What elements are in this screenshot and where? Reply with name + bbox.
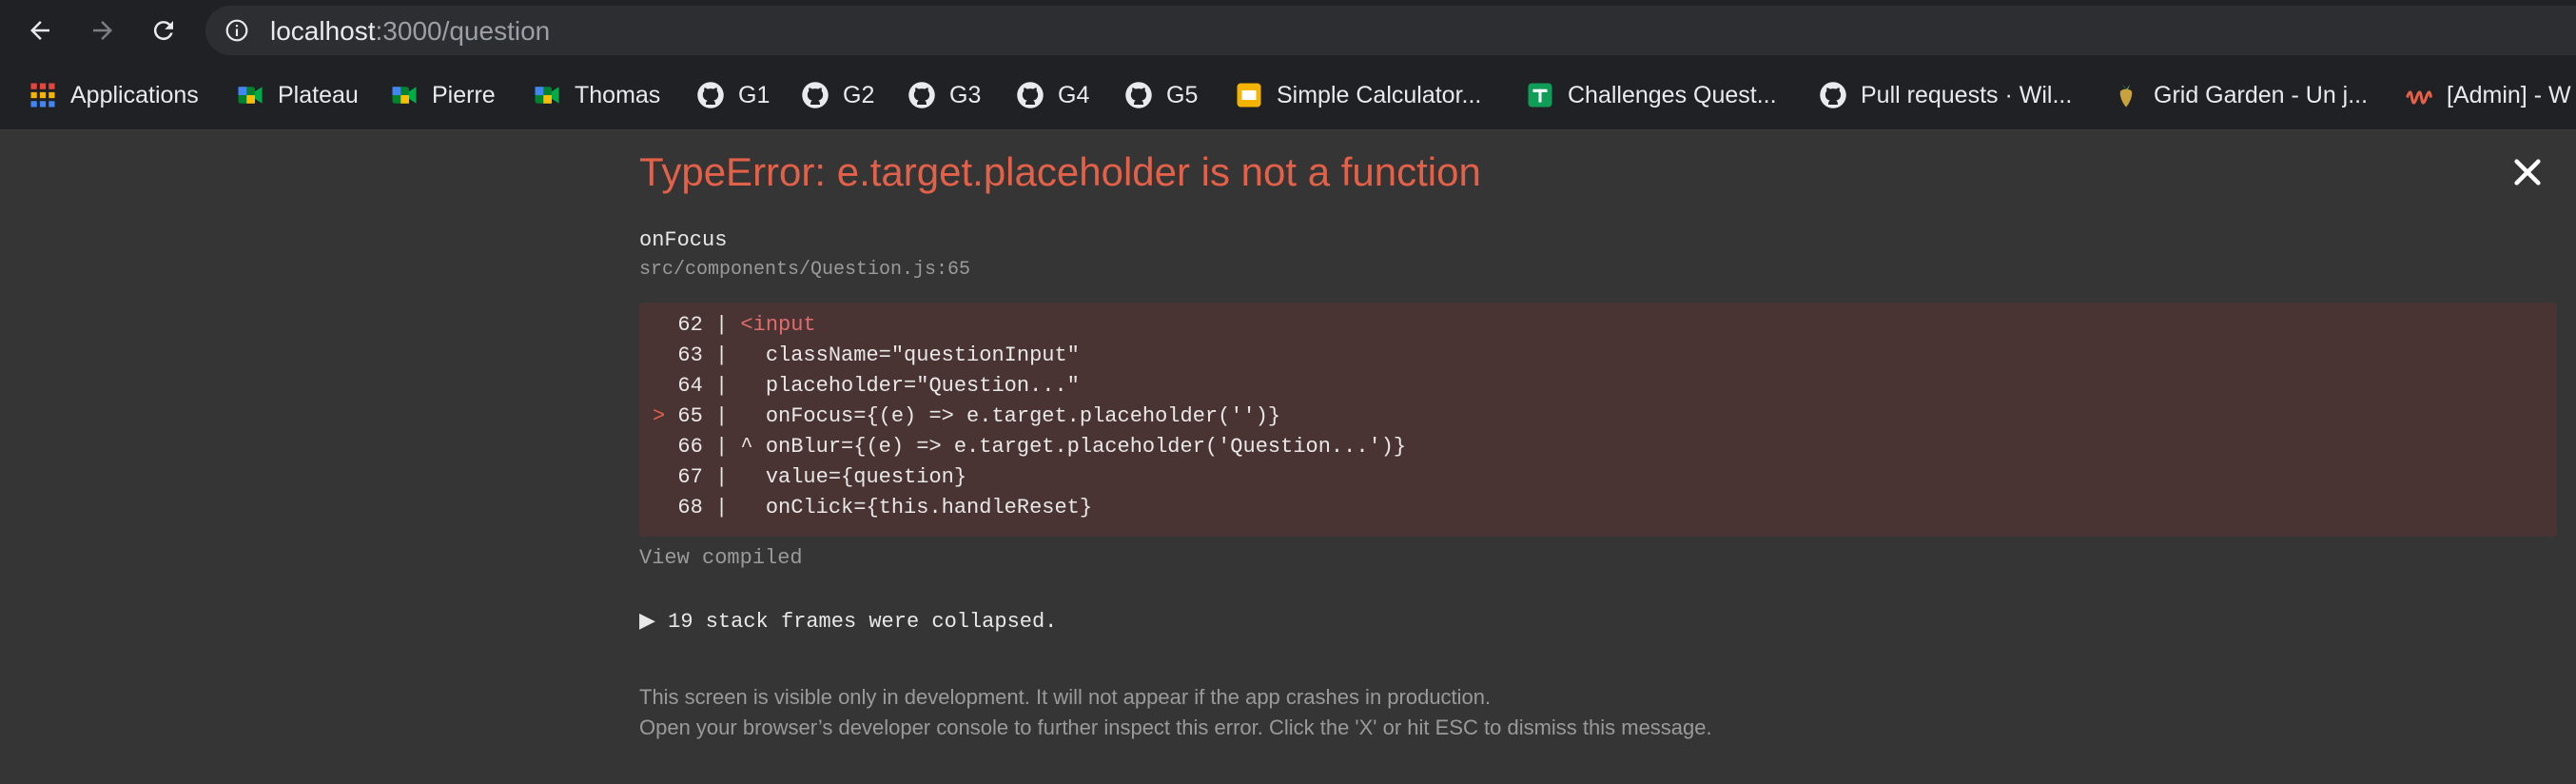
code-line: 67 | value={question}	[653, 462, 966, 493]
line-separator: |	[715, 313, 729, 337]
bookmark-g4[interactable]: G4	[1016, 78, 1089, 112]
bookmark-plateau[interactable]: Plateau	[236, 78, 359, 112]
google-meet-icon	[392, 87, 417, 104]
github-icon	[1125, 82, 1152, 108]
bookmark-label: Plateau	[278, 81, 359, 108]
browser-toolbar: localhost:3000/question	[0, 0, 2576, 61]
error-title: TypeError: e.target.placeholder is not a…	[639, 149, 1481, 194]
info-icon[interactable]	[224, 18, 249, 43]
bookmark-label: [Admin] - W	[2447, 81, 2571, 108]
bookmark-label: G2	[843, 81, 875, 108]
url-host: localhost	[270, 16, 376, 46]
bookmark-g2[interactable]: G2	[801, 78, 874, 112]
line-code: onClick={this.handleReset}	[728, 496, 1093, 519]
carrot-icon	[2119, 84, 2133, 108]
code-line: 62 | <input	[653, 310, 816, 341]
bookmark-grid-garden[interactable]: Grid Garden - Un j...	[2112, 78, 2368, 112]
line-code: ^ onBlur={(e) => e.target.placeholder('Q…	[728, 435, 1407, 459]
line-separator: |	[715, 374, 729, 398]
line-code: className="questionInput"	[728, 343, 1080, 367]
stack-frames-toggle[interactable]: ▶ 19 stack frames were collapsed.	[639, 609, 1057, 634]
line-number: 68	[677, 496, 703, 519]
wave-icon	[2406, 90, 2432, 105]
dev-notice-line-1: This screen is visible only in developme…	[639, 685, 1492, 709]
code-line-highlighted: > 65 | onFocus={(e) => e.target.placehol…	[653, 402, 1280, 432]
bookmark-label: Pierre	[432, 81, 496, 108]
bookmarks-bar: Applications Plateau Pierre Thomas G1 G2	[0, 61, 2576, 130]
bookmark-thomas[interactable]: Thomas	[533, 78, 660, 112]
line-marker	[653, 465, 665, 489]
line-marker: >	[653, 404, 666, 428]
code-frame: 62 | <input 63 | className="questionInpu…	[639, 303, 2557, 537]
line-separator: |	[715, 404, 729, 428]
url-text[interactable]: localhost:3000/question	[270, 17, 550, 46]
bookmark-label: G3	[949, 81, 982, 108]
google-meet-icon	[535, 87, 559, 104]
apps-grid-icon	[30, 83, 55, 108]
bookmark-challenges-quest[interactable]: Challenges Quest...	[1526, 78, 1777, 112]
view-compiled-link[interactable]: View compiled	[639, 546, 803, 570]
line-number: 63	[677, 343, 703, 367]
bookmark-pull-requests[interactable]: Pull requests · Wil...	[1819, 78, 2072, 112]
line-marker	[653, 496, 665, 519]
forward-arrow-icon	[93, 21, 112, 40]
bookmark-pierre[interactable]: Pierre	[390, 78, 496, 112]
dev-notice-line-2: Open your browser’s developer console to…	[639, 715, 1712, 739]
github-icon	[908, 82, 935, 108]
bookmark-label: Simple Calculator...	[1277, 81, 1482, 108]
github-icon	[1820, 82, 1846, 108]
line-marker	[653, 313, 665, 337]
bookmark-simple-calculator[interactable]: Simple Calculator...	[1235, 78, 1481, 112]
line-number: 64	[677, 374, 703, 398]
bookmark-g1[interactable]: G1	[696, 78, 770, 112]
line-number: 65	[677, 404, 703, 428]
line-code: placeholder="Question..."	[728, 374, 1080, 398]
line-marker	[653, 343, 665, 367]
url-path: :3000/question	[375, 16, 551, 46]
reload-icon	[153, 21, 173, 41]
github-icon	[802, 82, 829, 108]
bookmark-label: Applications	[70, 81, 199, 108]
google-meet-icon	[238, 87, 263, 104]
bookmark-label: Challenges Quest...	[1568, 81, 1777, 108]
line-separator: |	[715, 465, 729, 489]
bookmark-label: G1	[738, 81, 771, 108]
line-marker	[653, 435, 665, 459]
reload-button[interactable]	[143, 10, 185, 51]
github-icon	[1017, 82, 1044, 108]
sheets-icon	[1528, 83, 1552, 108]
bookmark-label: G5	[1166, 81, 1199, 108]
line-marker	[653, 374, 665, 398]
slides-icon	[1237, 83, 1261, 108]
code-line: 68 | onClick={this.handleReset}	[653, 493, 1092, 523]
error-location[interactable]: src/components/Question.js:65	[639, 259, 970, 281]
line-separator: |	[715, 343, 729, 367]
line-separator: |	[715, 496, 729, 519]
line-code: <input	[728, 313, 816, 337]
github-icon	[697, 82, 724, 108]
line-number: 67	[677, 465, 703, 489]
close-icon[interactable]	[2511, 156, 2544, 188]
line-code: value={question}	[728, 465, 967, 489]
back-arrow-icon	[30, 21, 49, 40]
forward-button[interactable]	[82, 10, 124, 51]
bookmark-label: G4	[1058, 81, 1090, 108]
code-line: 66 | ^ onBlur={(e) => e.target.placehold…	[653, 432, 1406, 462]
bookmark-label: Grid Garden - Un j...	[2154, 81, 2369, 108]
code-line: 63 | className="questionInput"	[653, 341, 1080, 371]
code-line: 64 | placeholder="Question..."	[653, 371, 1080, 402]
line-number: 66	[677, 435, 703, 459]
line-separator: |	[715, 435, 729, 459]
back-button[interactable]	[19, 10, 61, 51]
bookmark-label: Pull requests · Wil...	[1861, 81, 2073, 108]
line-number: 62	[677, 313, 703, 337]
bookmark-g5[interactable]: G5	[1124, 78, 1198, 112]
address-bar[interactable]: localhost:3000/question	[205, 6, 2576, 55]
bookmark-admin[interactable]: [Admin] - W	[2405, 78, 2571, 112]
bookmark-label: Thomas	[575, 81, 661, 108]
bookmark-g3[interactable]: G3	[907, 78, 981, 112]
bookmark-applications[interactable]: Applications	[29, 78, 199, 112]
error-function-name: onFocus	[639, 228, 728, 252]
line-code: onFocus={(e) => e.target.placeholder('')…	[728, 404, 1281, 428]
